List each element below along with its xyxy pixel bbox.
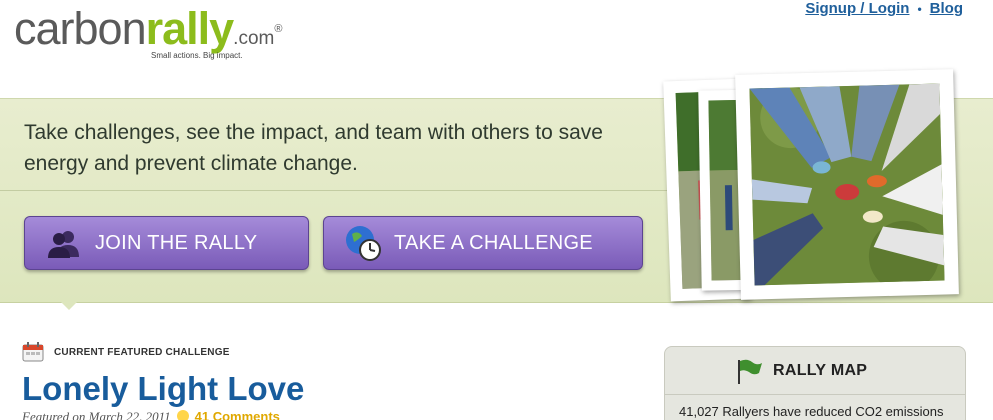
logo-rally: rally	[145, 3, 235, 54]
rally-map-header: RALLY MAP	[665, 347, 965, 395]
rally-map-stat: 41,027 Rallyers have reduced CO2 emissio…	[679, 404, 944, 419]
signup-login-link[interactable]: Signup / Login	[805, 0, 909, 17]
featured-challenge-title[interactable]: Lonely Light Love	[22, 370, 304, 408]
logo-registered: ®	[274, 23, 282, 35]
challenge-button-label: TAKE A CHALLENGE	[394, 231, 593, 254]
featured-date: Featured on March 22, 2011	[22, 409, 171, 420]
logo-dotcom: .com	[233, 28, 275, 49]
featured-challenge-label: CURRENT FEATURED CHALLENGE	[54, 347, 230, 358]
carbonrally-logo[interactable]: carbonrally.com® Small actions. Big impa…	[14, 4, 344, 64]
flag-icon	[735, 357, 763, 385]
rally-map-panel: RALLY MAP 41,027 Rallyers have reduced C…	[664, 346, 966, 420]
hero-divider	[0, 190, 680, 191]
comment-bubble-icon	[176, 410, 189, 420]
people-icon	[45, 224, 83, 262]
top-nav: Signup / Login • Blog	[805, 0, 963, 17]
join-button-label: JOIN THE RALLY	[95, 231, 258, 254]
logo-tagline: Small actions. Big impact.	[151, 51, 243, 60]
comments-link[interactable]: 41 Comments	[195, 409, 280, 420]
hero-notch	[58, 299, 80, 310]
rally-map-title: RALLY MAP	[773, 361, 868, 379]
blog-link[interactable]: Blog	[930, 0, 963, 17]
calendar-icon	[22, 342, 44, 362]
hero-photo-feet-circle	[735, 69, 959, 300]
globe-clock-icon	[344, 224, 382, 262]
featured-meta: Featured on March 22, 2011 41 Comments	[22, 409, 280, 420]
join-the-rally-button[interactable]: JOIN THE RALLY	[24, 216, 309, 270]
hero-tagline: Take challenges, see the impact, and tea…	[24, 121, 603, 175]
take-a-challenge-button[interactable]: TAKE A CHALLENGE	[323, 216, 643, 270]
nav-separator: •	[917, 2, 922, 16]
logo-carbon: carbon	[14, 3, 147, 54]
